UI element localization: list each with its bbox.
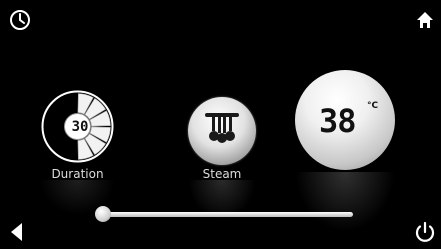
duration-value: 30	[71, 119, 89, 135]
slider-thumb[interactable]	[95, 206, 111, 222]
steam-button[interactable]	[188, 97, 256, 165]
temperature-unit: °C	[367, 101, 379, 111]
clock-icon[interactable]	[9, 9, 31, 31]
temperature-value: 38	[319, 102, 357, 140]
slider-track[interactable]	[103, 212, 353, 217]
shower-head-icon	[205, 113, 239, 143]
back-arrow-icon[interactable]	[7, 220, 27, 244]
temperature-reflection	[295, 172, 395, 232]
home-icon[interactable]	[415, 10, 435, 30]
steam-label: Steam	[202, 167, 242, 181]
duration-label: Duration	[51, 167, 104, 181]
duration-dial[interactable]: 30	[40, 89, 115, 164]
temperature-display[interactable]: 38 °C	[295, 70, 395, 170]
power-icon[interactable]	[413, 220, 437, 244]
